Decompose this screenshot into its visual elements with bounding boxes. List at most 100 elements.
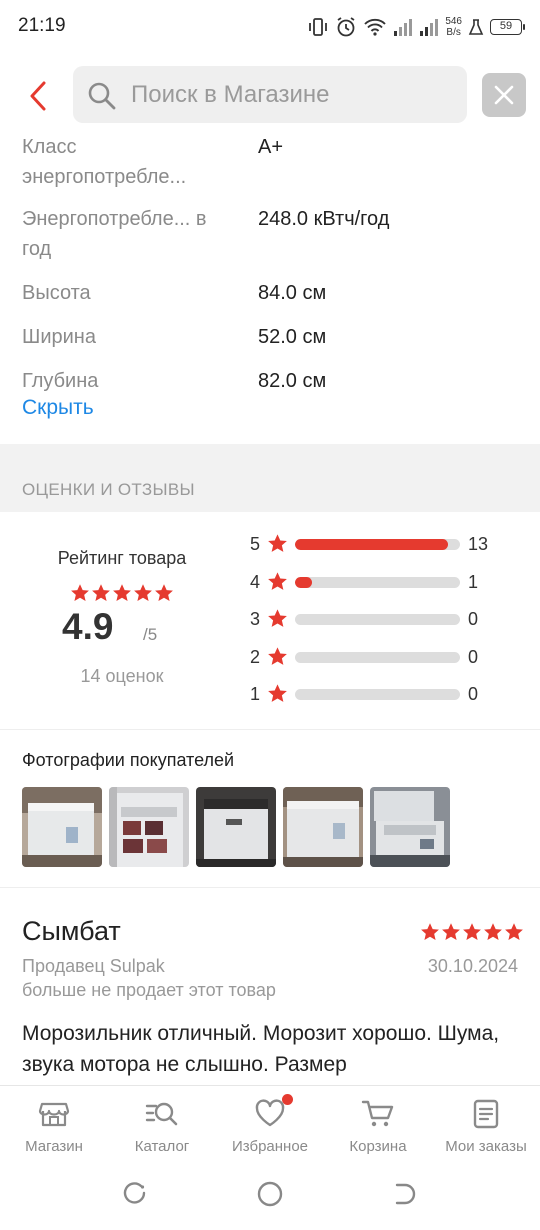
status-bar: 21:19 546 B/s 59 [0,0,540,56]
nav-label: Избранное [231,1138,309,1155]
cart-icon [361,1098,395,1135]
rating-row-2: 20 [250,645,520,669]
orders-icon [471,1098,501,1135]
rating-row-5: 5 13 [250,532,520,556]
star-icon [71,584,89,601]
spec-value: A+ [258,136,284,158]
rating-row-count: 1 [468,572,479,592]
battery-icon: 59 [490,19,525,35]
customer-photo[interactable] [22,787,102,867]
rating-bar [295,577,460,588]
star-icon [113,584,131,601]
clear-search-button[interactable] [482,73,526,117]
star-icon [92,584,110,601]
customer-photos-row [22,787,450,867]
spec-value: 52.0 см [258,326,327,348]
rating-row-stars: 3 [250,609,261,629]
search-box[interactable] [73,66,467,123]
review-seller: Продавец Sulpak [22,956,165,976]
rating-stars [22,583,222,603]
home-circle-icon [257,1181,283,1207]
rating-bar [295,689,460,700]
star-icon [268,684,287,702]
home-button[interactable] [257,1181,283,1212]
nav-item-cart[interactable]: Корзина [324,1086,432,1166]
star-icon [268,572,287,590]
rating-bar-fill [295,539,449,550]
back-system-icon [395,1183,416,1205]
star-icon [268,534,287,552]
nav-item-store[interactable]: Магазин [0,1086,108,1166]
status-icons: 546 B/s 59 [307,12,525,42]
heart-icon [254,1098,286,1133]
customer-photos-title: Фотографии покупателей [22,750,235,770]
rating-summary[interactable]: Рейтинг товара 4.9 /5 14 оценок 5 13 4 1 3 0 2… [0,512,540,730]
rating-label: Рейтинг товара [57,548,187,568]
search-icon [87,81,117,116]
spec-name: Высота [22,282,91,304]
customer-photo[interactable] [109,787,189,867]
nav-label: Мои заказы [445,1138,527,1155]
vibrate-icon [307,17,329,37]
divider [0,887,540,888]
nav-label: Корзина [349,1138,407,1155]
net-speed: 546 B/s [445,16,462,38]
rating-bar [295,539,460,550]
recent-apps-icon [123,1182,146,1204]
review-author: Сымбат [22,916,121,946]
back-button[interactable] [16,74,60,118]
rating-bar-fill [295,577,312,588]
chevron-left-icon [30,81,46,111]
rating-row-stars: 4 [250,572,261,592]
spec-name: Энергопотребле... в год [22,208,207,260]
search-header [0,56,540,134]
rating-count: 14 оценок [80,666,164,686]
net-speed-unit: B/s [446,27,461,38]
rating-row-4: 41 [250,570,520,594]
spec-name: Глубина [22,370,99,392]
flask-icon [468,18,484,36]
rating-row-count: 0 [468,647,479,667]
signal-icon-1 [393,17,413,37]
wifi-icon [363,17,387,37]
rating-score: 4.9 [62,606,114,647]
back-system-button[interactable] [392,1181,418,1212]
favorites-badge-dot [282,1094,293,1105]
star-icon [268,609,287,627]
star-icon [267,533,288,559]
status-time: 21:19 [18,15,66,36]
rating-row-count: 13 [468,534,489,554]
customer-photo[interactable] [196,787,276,867]
rating-row-count: 0 [468,684,479,704]
spec-name: Класс энергопотребле... [22,136,187,188]
star-icon [505,923,523,940]
rating-row-stars: 2 [250,647,261,667]
rating-bar [295,652,460,663]
nav-label: Каталог [134,1138,190,1155]
star-icon [268,647,287,665]
nav-item-favorites[interactable]: Избранное [216,1086,324,1166]
nav-item-catalog[interactable]: Каталог [108,1086,216,1166]
star-icon [267,646,288,672]
hide-specs-link[interactable]: Скрыть [22,396,94,420]
rating-row-1: 10 [250,682,520,706]
rating-row-stars: 5 [250,534,261,554]
recent-apps-button[interactable] [122,1181,148,1212]
star-icon [134,584,152,601]
spec-value: 248.0 кВтч/год [258,208,390,230]
rating-overview: Рейтинг товара [22,548,222,603]
star-icon [421,923,439,940]
star-icon [463,923,481,940]
star-icon [267,683,288,709]
alarm-icon [335,16,357,38]
spec-value: 82.0 см [258,370,327,392]
nav-item-orders[interactable]: Мои заказы [432,1086,540,1166]
store-icon [38,1098,70,1135]
rating-bar [295,614,460,625]
search-input[interactable] [131,66,451,123]
rating-row-stars: 1 [250,684,261,704]
reviews-section-header: ОЦЕНКИ И ОТЗЫВЫ [0,444,540,512]
customer-photo[interactable] [370,787,450,867]
customer-photo[interactable] [283,787,363,867]
spec-value: 84.0 см [258,282,327,304]
